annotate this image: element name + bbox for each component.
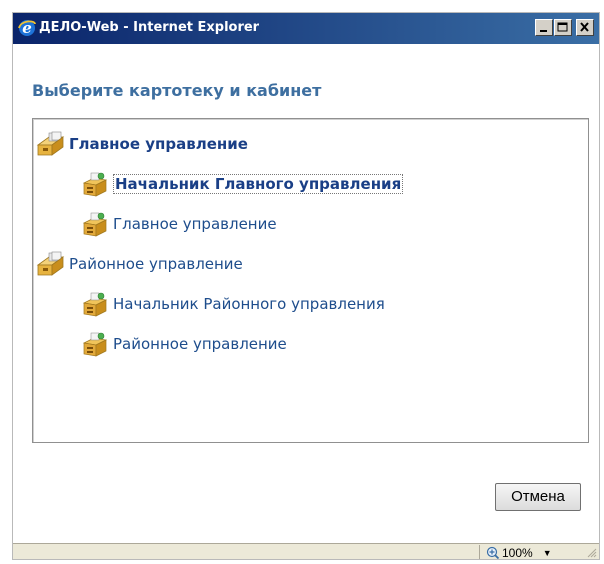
cabinet-icon bbox=[82, 172, 108, 197]
maximize-button[interactable] bbox=[554, 19, 572, 36]
tree-item-label: Начальник Главного управления bbox=[113, 174, 404, 194]
window-title: ДЕЛО-Web - Internet Explorer bbox=[39, 20, 260, 35]
tree-item-label: Главное управление bbox=[113, 215, 277, 233]
card-index-icon bbox=[36, 251, 65, 276]
dialog-heading: Выберите картотеку и кабинет bbox=[32, 81, 322, 100]
title-bar[interactable]: e ДЕЛО-Web - Internet Explorer bbox=[13, 13, 599, 44]
minimize-button[interactable] bbox=[535, 19, 553, 36]
cabinet-icon bbox=[82, 212, 108, 237]
tree-item-main-department-card[interactable]: Главное управление bbox=[35, 131, 248, 157]
tree-item-main-department-cabinet[interactable]: Главное управление bbox=[79, 211, 277, 237]
tree-item-district-department-card[interactable]: Районное управление bbox=[35, 251, 243, 277]
tree-item-label: Районное управление bbox=[113, 335, 287, 353]
close-icon bbox=[580, 22, 589, 32]
cancel-button[interactable]: Отмена bbox=[495, 483, 581, 511]
maximize-icon bbox=[557, 22, 568, 32]
tree-item-head-main-department[interactable]: Начальник Главного управления bbox=[79, 171, 404, 197]
tree-item-head-district-department[interactable]: Начальник Районного управления bbox=[79, 291, 385, 317]
card-index-icon bbox=[36, 131, 65, 156]
tree-item-label: Главное управление bbox=[69, 135, 248, 153]
zoom-control[interactable]: 100% ▼ bbox=[486, 545, 552, 560]
tree-item-label: Начальник Районного управления bbox=[113, 295, 385, 313]
status-separator bbox=[479, 545, 480, 559]
resize-grip-icon[interactable] bbox=[585, 546, 597, 558]
cabinet-icon bbox=[82, 292, 108, 317]
zoom-icon bbox=[486, 546, 500, 559]
internet-explorer-icon: e bbox=[18, 19, 36, 37]
browser-window: e ДЕЛО-Web - Internet Explorer Выберите … bbox=[12, 12, 600, 560]
zoom-level: 100% bbox=[502, 545, 533, 560]
status-bar: 100% ▼ bbox=[13, 543, 599, 560]
minimize-icon bbox=[540, 30, 547, 32]
close-button[interactable] bbox=[576, 19, 594, 36]
cabinet-icon bbox=[82, 332, 108, 357]
tree-item-label: Районное управление bbox=[69, 255, 243, 273]
zoom-dropdown-icon[interactable]: ▼ bbox=[543, 548, 552, 558]
cabinet-tree: Главное управление Начальник Главного уп… bbox=[32, 118, 589, 443]
tree-item-district-department-cabinet[interactable]: Районное управление bbox=[79, 331, 287, 357]
